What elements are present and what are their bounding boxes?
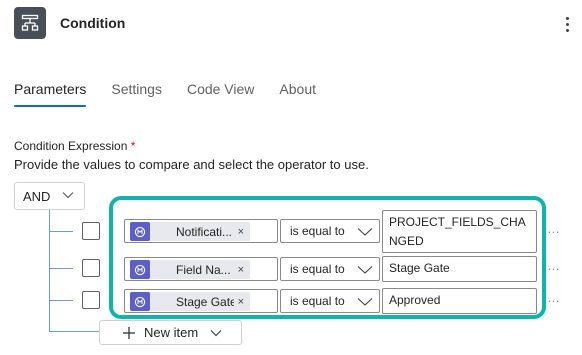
row-more-icon[interactable]: … xyxy=(547,258,561,273)
row-checkbox[interactable] xyxy=(82,291,100,309)
project-connector-icon xyxy=(130,222,150,241)
dynamic-content-token[interactable]: Field Na... × xyxy=(130,260,250,279)
row-more-icon[interactable]: … xyxy=(547,221,561,236)
tree-branch xyxy=(49,331,99,332)
tab-code-view[interactable]: Code View xyxy=(187,81,254,105)
value-field[interactable]: Stage Gate xyxy=(382,256,537,282)
tree-branch xyxy=(49,300,73,301)
condition-expression-text: Condition Expression xyxy=(14,139,128,153)
token-label: Stage Gate xyxy=(176,294,234,309)
operator-dropdown[interactable]: is equal to xyxy=(280,257,380,281)
group-operator-value: AND xyxy=(23,188,51,204)
tree-branch xyxy=(49,268,73,269)
tree-branch xyxy=(49,231,73,232)
operand-field[interactable]: Stage Gate × xyxy=(124,289,278,313)
chevron-down-icon xyxy=(210,329,222,336)
card-title: Condition xyxy=(60,15,126,31)
chevron-down-icon xyxy=(357,266,373,274)
dynamic-content-token[interactable]: Notificati... × xyxy=(130,222,250,241)
chevron-down-icon xyxy=(357,298,373,306)
token-label: Notificati... xyxy=(176,224,233,239)
value-field[interactable]: PROJECT_FIELDS_CHANGED xyxy=(382,210,537,253)
row-checkbox[interactable] xyxy=(82,222,100,240)
new-item-label: New item xyxy=(144,325,199,340)
tree-connector xyxy=(49,210,50,331)
remove-token-icon[interactable]: × xyxy=(238,264,244,276)
tab-parameters[interactable]: Parameters xyxy=(14,81,87,107)
tab-settings[interactable]: Settings xyxy=(111,81,162,105)
operator-value: is equal to xyxy=(290,224,345,238)
value-field[interactable]: Approved xyxy=(382,288,537,314)
row-checkbox[interactable] xyxy=(82,259,100,277)
row-more-icon[interactable]: … xyxy=(547,290,561,305)
new-item-button[interactable]: New item xyxy=(99,320,242,345)
dynamic-content-token[interactable]: Stage Gate × xyxy=(130,292,250,311)
operator-value: is equal to xyxy=(290,262,345,276)
more-vertical-icon[interactable] xyxy=(560,12,574,36)
tab-bar: Parameters Settings Code View About xyxy=(14,81,341,107)
group-operator-dropdown[interactable]: AND xyxy=(14,182,85,210)
remove-token-icon[interactable]: × xyxy=(238,226,244,238)
operator-value: is equal to xyxy=(290,294,345,308)
chevron-down-icon xyxy=(357,228,373,236)
project-connector-icon xyxy=(130,292,150,311)
project-connector-icon xyxy=(130,260,150,279)
operand-field[interactable]: Notificati... × xyxy=(124,219,278,243)
remove-token-icon[interactable]: × xyxy=(238,296,244,308)
condition-icon xyxy=(14,7,46,39)
plus-icon xyxy=(123,326,135,339)
token-label: Field Na... xyxy=(176,262,231,277)
tab-about[interactable]: About xyxy=(279,81,316,105)
chevron-down-icon xyxy=(62,192,74,199)
operator-dropdown[interactable]: is equal to xyxy=(280,219,380,243)
operand-field[interactable]: Field Na... × xyxy=(124,257,278,281)
condition-help-text: Provide the values to compare and select… xyxy=(14,157,369,172)
required-marker: * xyxy=(130,139,136,153)
condition-expression-label: Condition Expression * xyxy=(14,139,135,153)
operator-dropdown[interactable]: is equal to xyxy=(280,289,380,313)
